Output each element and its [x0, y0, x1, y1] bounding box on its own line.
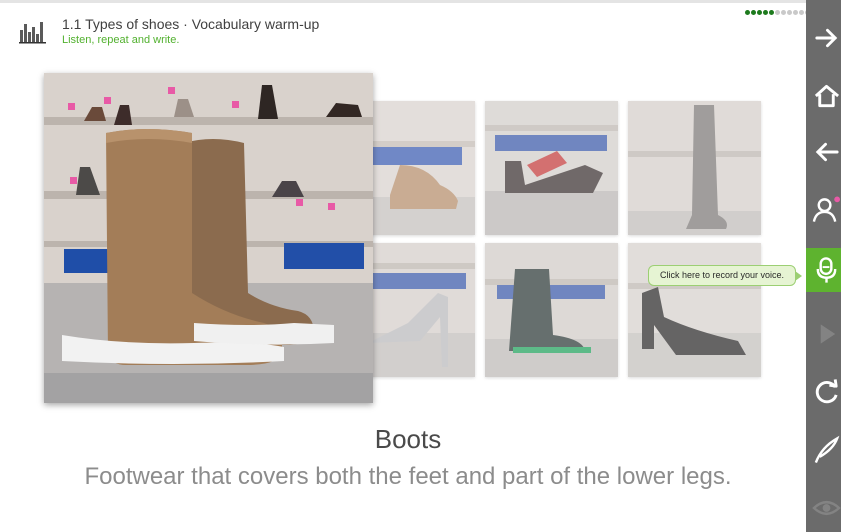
refresh-icon [815, 379, 838, 404]
main-shoe-image [44, 73, 373, 403]
next-button[interactable] [806, 16, 841, 60]
progress-dot [799, 10, 804, 15]
eye-icon [812, 500, 841, 516]
page-title: 1.1 Types of shoes · Vocabulary warm-up [62, 16, 320, 32]
toolbar [806, 0, 841, 532]
restart-button[interactable] [806, 370, 841, 414]
audio-levels-icon [19, 20, 47, 44]
record-tooltip: Click here to record your voice. [648, 265, 802, 286]
play-icon [820, 324, 836, 344]
view-button[interactable] [806, 486, 841, 530]
progress-dot [757, 10, 762, 15]
thumbnail-knee-high-boots[interactable] [628, 101, 761, 235]
record-button[interactable] [806, 248, 841, 292]
users-icon [812, 196, 841, 222]
write-button[interactable] [806, 428, 841, 472]
progress-dot [769, 10, 774, 15]
play-button[interactable] [806, 312, 841, 356]
microphone-icon [816, 257, 837, 283]
home-button[interactable] [806, 74, 841, 118]
progress-dot [751, 10, 756, 15]
thumbnail-platform-sandals[interactable] [485, 101, 618, 235]
top-border [0, 0, 806, 3]
progress-dot [745, 10, 750, 15]
back-button[interactable] [806, 130, 841, 174]
vocabulary-word: Boots [374, 424, 442, 454]
arrow-left-icon [815, 142, 839, 162]
progress-dot [763, 10, 768, 15]
progress-indicator [745, 10, 810, 15]
thumbnail-wellington-boots[interactable] [485, 243, 618, 377]
word-definition: Footwear that covers both the feet and p… [84, 463, 732, 490]
home-icon [814, 84, 840, 108]
progress-dot [787, 10, 792, 15]
quill-icon [814, 435, 840, 464]
progress-dot [781, 10, 786, 15]
progress-dot [775, 10, 780, 15]
thumbnail-pumps[interactable] [628, 243, 761, 377]
participants-button[interactable] [806, 188, 841, 232]
progress-dot [793, 10, 798, 15]
instructions: Listen, repeat and write. [62, 34, 180, 46]
arrow-right-icon [815, 28, 838, 48]
